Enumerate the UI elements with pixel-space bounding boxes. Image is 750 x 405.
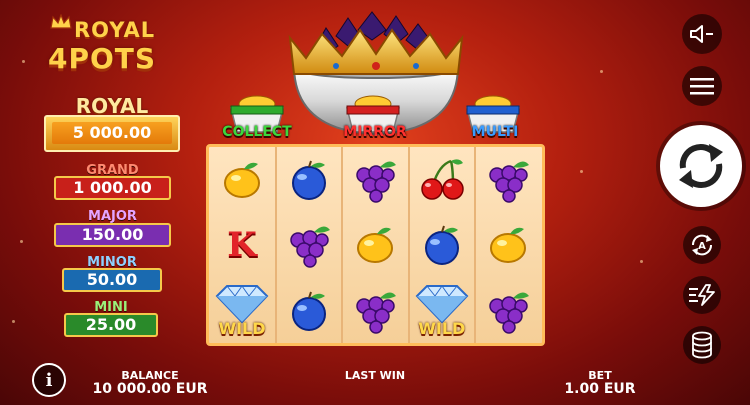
- crown-icon: [50, 14, 72, 29]
- wild-symbol: WILD: [209, 278, 275, 344]
- menu-button[interactable]: [682, 66, 722, 106]
- jackpot-major-label: MAJOR: [88, 209, 137, 224]
- lemon-symbol: [342, 212, 408, 278]
- background-sparkle: [22, 60, 25, 63]
- speaker-muted-icon: [690, 25, 713, 43]
- bet-value: 1.00 EUR: [564, 381, 636, 397]
- turbo-button[interactable]: [683, 276, 721, 314]
- jackpot-grand-value: 1 000.00: [54, 176, 171, 200]
- spin-button[interactable]: [660, 125, 742, 207]
- grapes-symbol: [475, 147, 541, 213]
- logo-title-line1: ROYAL: [74, 18, 156, 42]
- info-button[interactable]: i: [32, 363, 66, 397]
- jackpot-major-value: 150.00: [54, 223, 171, 247]
- cherry-symbol: [409, 147, 475, 213]
- jackpot-royal-value: 5 000.00: [52, 122, 172, 144]
- plum-symbol: [276, 278, 342, 344]
- svg-text:A: A: [698, 241, 706, 252]
- sound-button[interactable]: [682, 14, 722, 54]
- game-logo: ROYAL 4POTS: [44, 14, 184, 80]
- turbo-icon: [689, 284, 715, 306]
- logo-title-line2: 4POTS: [48, 42, 157, 75]
- autoplay-icon: A: [691, 234, 713, 256]
- spin-arrows-icon: [679, 144, 723, 188]
- wild-symbol-text: WILD: [418, 318, 466, 338]
- jackpot-minor-value: 50.00: [62, 268, 162, 292]
- background-sparkle: [580, 170, 583, 173]
- jackpot-royal-box: 5 000.00: [44, 115, 180, 152]
- background-sparkle: [20, 240, 23, 243]
- k-symbol: K: [209, 212, 275, 278]
- jackpot-mini-value: 25.00: [64, 313, 158, 337]
- background-sparkle: [600, 70, 603, 73]
- reel-grid: K WILD WILD: [206, 144, 545, 346]
- balance-value: 10 000.00 EUR: [92, 381, 208, 397]
- lemon-symbol: [209, 147, 275, 213]
- hamburger-menu-icon: [690, 78, 714, 95]
- plum-symbol: [276, 147, 342, 213]
- lemon-symbol: [475, 212, 541, 278]
- feature-collect-label: COLLECT: [222, 124, 292, 140]
- coin-stack-icon: [692, 331, 712, 359]
- plum-symbol: [409, 212, 475, 278]
- k-symbol-text: K: [227, 225, 257, 266]
- background-sparkle: [12, 320, 15, 323]
- wild-symbol: WILD: [409, 278, 475, 344]
- grapes-symbol: [342, 147, 408, 213]
- grapes-symbol: [276, 212, 342, 278]
- autoplay-button[interactable]: A: [683, 226, 721, 264]
- feature-multi-label: MULTI: [471, 124, 519, 140]
- grapes-symbol: [475, 278, 541, 344]
- background-sparkle: [640, 260, 643, 263]
- feature-mirror-label: MIRROR: [343, 124, 407, 140]
- bet-button[interactable]: [683, 326, 721, 364]
- wild-symbol-text: WILD: [218, 318, 266, 338]
- grapes-symbol: [342, 278, 408, 344]
- last-win-label: LAST WIN: [344, 369, 406, 382]
